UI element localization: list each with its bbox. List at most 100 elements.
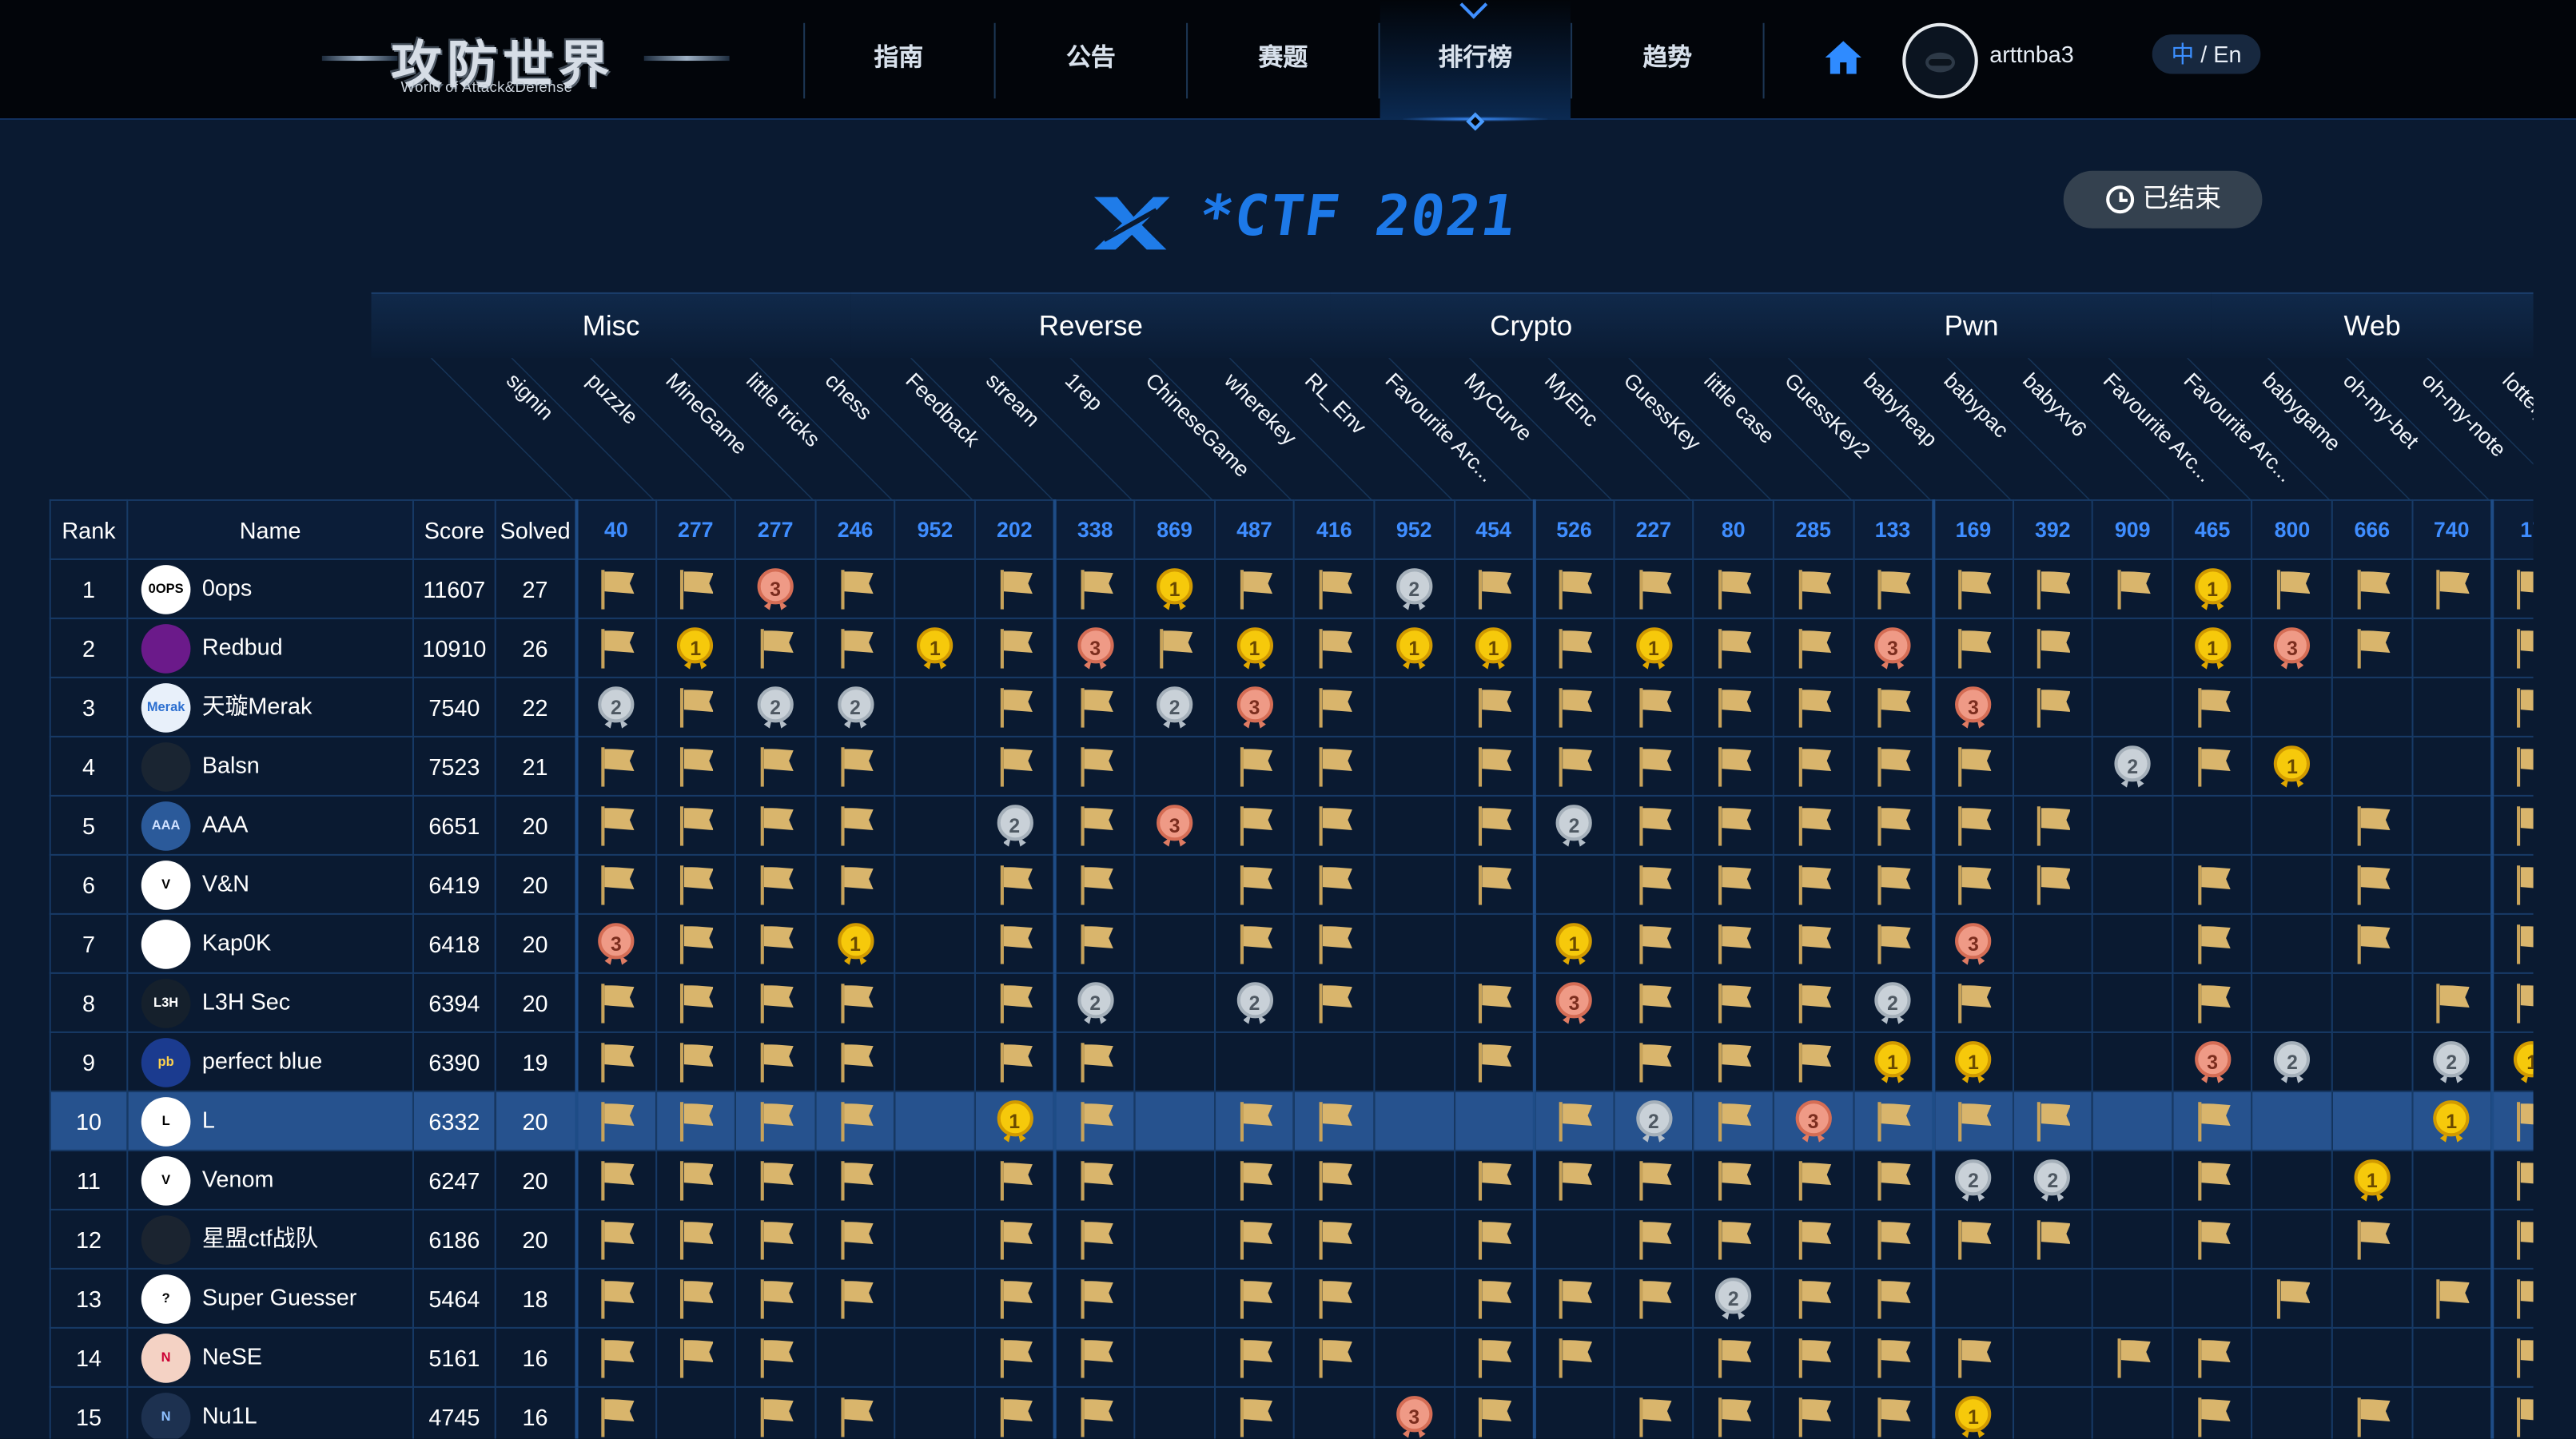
solve-cell xyxy=(1053,1385,1136,1439)
team-row[interactable]: 7 Kap0K 6418 20 3 1 1 3 xyxy=(49,912,2534,974)
lang-zh[interactable]: 中 xyxy=(2172,41,2195,67)
team-name-cell[interactable]: 星盟ctf战队 xyxy=(126,1208,414,1270)
solve-cell xyxy=(1373,1149,1455,1210)
challenge-label[interactable]: babypac xyxy=(1939,368,2013,442)
challenge-label[interactable]: MyEnc xyxy=(1539,368,1603,431)
flag-icon xyxy=(835,1395,874,1437)
team-row[interactable]: 6 V V&N 6419 20 xyxy=(49,853,2534,915)
team-name[interactable]: L3H Sec xyxy=(202,988,290,1014)
team-row[interactable]: 4 Balsn 7523 21 2 1 xyxy=(49,735,2534,797)
solve-cell xyxy=(2331,558,2413,619)
team-name-cell[interactable]: Merak 天璇Merak xyxy=(126,676,414,737)
team-name[interactable]: V&N xyxy=(202,869,249,896)
challenge-label[interactable]: babyheap xyxy=(1859,368,1943,451)
challenge-label[interactable]: RL_Env xyxy=(1300,368,1372,439)
solve-cell xyxy=(973,1149,1056,1210)
solve-cell xyxy=(655,558,737,619)
solve-cell xyxy=(814,1326,897,1388)
challenge-points: 416 xyxy=(1293,499,1376,560)
solve-cell xyxy=(973,735,1056,797)
team-name-cell[interactable]: AAA AAA xyxy=(126,794,414,856)
team-name[interactable]: 0ops xyxy=(202,574,252,600)
challenge-label[interactable]: puzzle xyxy=(582,368,643,428)
team-row[interactable]: 11 V Venom 6247 20 2 2 1 xyxy=(49,1149,2534,1210)
team-name-cell[interactable]: Kap0K xyxy=(126,912,414,974)
team-name[interactable]: Nu1L xyxy=(202,1401,257,1428)
solve-cell xyxy=(2490,853,2534,915)
team-row[interactable]: 2 Redbud 10910 26 1 1 3 1 1 1 1 3 1 3 xyxy=(49,617,2534,678)
team-name-cell[interactable]: Redbud xyxy=(126,617,414,678)
site-logo[interactable]: 攻防世界 World of Attack&Defense xyxy=(321,20,733,102)
flag-icon xyxy=(755,1159,794,1201)
challenge-label[interactable]: 1rep xyxy=(1061,368,1109,415)
team-name[interactable]: Venom xyxy=(202,1165,274,1191)
flag-icon xyxy=(755,804,794,846)
team-name[interactable]: perfect blue xyxy=(202,1047,322,1073)
team-row[interactable]: 15 N Nu1L 4745 16 3 1 xyxy=(49,1385,2534,1439)
challenge-label[interactable]: stream xyxy=(981,368,1045,431)
team-avatar xyxy=(141,741,191,791)
nav-guide[interactable]: 指南 xyxy=(803,0,993,120)
solve-cell xyxy=(1453,558,1535,619)
solve-cell xyxy=(1612,1385,1694,1439)
team-name[interactable]: AAA xyxy=(202,810,249,837)
challenge-label[interactable]: babyxv6 xyxy=(2019,368,2092,441)
language-switch[interactable]: 中 / En xyxy=(2152,34,2261,74)
nav-leaderboard[interactable]: 排行榜 xyxy=(1380,0,1571,131)
solve-cell xyxy=(2012,1385,2094,1439)
team-row[interactable]: 3 Merak 天璇Merak 7540 22 2 2 2 2 3 3 xyxy=(49,676,2534,737)
team-row[interactable]: 1 0OPS 0ops 11607 27 3 1 2 1 xyxy=(49,558,2534,619)
team-name[interactable]: NeSE xyxy=(202,1342,262,1369)
home-icon[interactable] xyxy=(1824,39,1863,75)
team-name[interactable]: 星盟ctf战队 xyxy=(202,1224,318,1250)
team-score: 6394 xyxy=(412,972,496,1033)
team-name-cell[interactable]: LL xyxy=(126,1090,414,1151)
team-name-cell[interactable]: pb perfect blue xyxy=(126,1031,414,1092)
team-name-cell[interactable]: 0OPS 0ops xyxy=(126,558,414,619)
challenge-label[interactable]: MineGame xyxy=(662,368,753,459)
lang-en[interactable]: En xyxy=(2213,41,2241,67)
team-name[interactable]: Balsn xyxy=(202,751,260,777)
team-name-cell[interactable]: Balsn xyxy=(126,735,414,797)
team-name-cell[interactable]: N NeSE xyxy=(126,1326,414,1388)
flag-icon xyxy=(2033,686,2072,728)
team-name-cell[interactable]: V Venom xyxy=(126,1149,414,1210)
solve-cell xyxy=(2411,853,2493,915)
team-row[interactable]: 8 L3H L3H Sec 6394 20 2 2 3 2 xyxy=(49,972,2534,1033)
team-name-cell[interactable]: L3H L3H Sec xyxy=(126,972,414,1033)
nav-challenges[interactable]: 赛题 xyxy=(1188,0,1378,120)
team-score: 6418 xyxy=(412,912,496,974)
solve-cell xyxy=(2012,1208,2094,1270)
team-name[interactable]: Super Guesser xyxy=(202,1283,357,1310)
solve-cell xyxy=(2092,676,2174,737)
challenge-label[interactable]: oh-my-note xyxy=(2418,368,2511,461)
solve-cell xyxy=(1133,1208,1216,1270)
username[interactable]: arttnba3 xyxy=(1989,41,2074,67)
team-name[interactable]: Redbud xyxy=(202,633,283,659)
team-name[interactable]: L xyxy=(202,1106,215,1132)
challenge-label[interactable]: MyCurve xyxy=(1459,368,1537,445)
team-name-cell[interactable]: ? Super Guesser xyxy=(126,1267,414,1329)
solve-cell xyxy=(574,1208,657,1270)
flag-icon xyxy=(1873,1336,1912,1378)
flag-icon xyxy=(1873,804,1912,846)
challenge-label[interactable]: Feedback xyxy=(901,368,985,451)
challenge-label[interactable]: lottery xyxy=(2498,368,2533,426)
team-row[interactable]: 12 星盟ctf战队 6186 20 xyxy=(49,1208,2534,1270)
nav-announcements[interactable]: 公告 xyxy=(996,0,1186,120)
team-rank: 12 xyxy=(49,1208,129,1270)
team-row[interactable]: 10 L L 6332 20 1 2 3 1 xyxy=(49,1090,2534,1151)
challenge-label[interactable]: little case xyxy=(1699,368,1780,448)
nav-trends[interactable]: 趋势 xyxy=(1572,0,1762,120)
challenge-label[interactable]: little tricks xyxy=(741,368,825,451)
user-avatar[interactable] xyxy=(1902,22,1978,99)
team-name-cell[interactable]: V V&N xyxy=(126,853,414,915)
team-name[interactable]: 天璇Merak xyxy=(202,692,313,718)
team-name-cell[interactable]: N Nu1L xyxy=(126,1385,414,1439)
team-row[interactable]: 14 N NeSE 5161 16 xyxy=(49,1326,2534,1388)
team-row[interactable]: 5 AAA AAA 6651 20 2 3 2 xyxy=(49,794,2534,856)
team-name[interactable]: Kap0K xyxy=(202,928,271,955)
team-row[interactable]: 9pbperfect blue639019113221 xyxy=(49,1031,2534,1092)
team-row[interactable]: 13? Super Guesser 5464 18 2 xyxy=(49,1267,2534,1329)
challenge-label[interactable]: wherekey xyxy=(1220,368,1303,450)
